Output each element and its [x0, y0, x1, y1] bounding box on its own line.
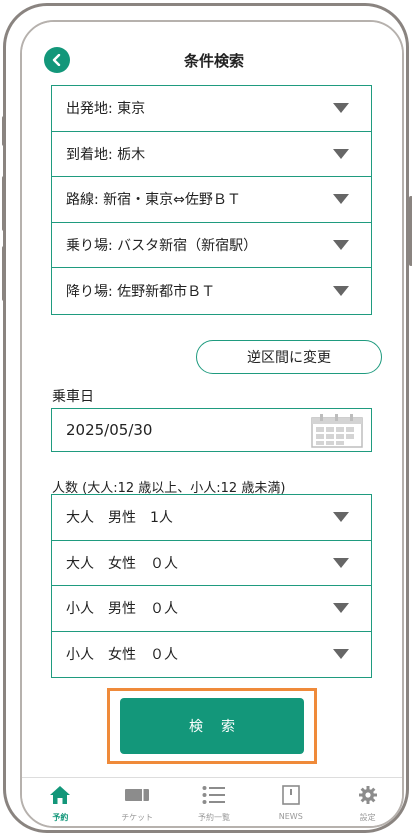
side-button — [2, 176, 6, 231]
child-male-label: 小人 男性 ０人 — [66, 601, 178, 618]
header: 条件検索 — [22, 22, 402, 92]
tab-settings[interactable]: 設定 — [329, 778, 402, 826]
tab-label: 予約一覧 — [197, 813, 230, 822]
caret-down-icon — [333, 239, 349, 250]
alighting-select-label: 降り場: 佐野新都市ＢＴ — [66, 283, 216, 300]
arrival-select[interactable]: 到着地: 栃木 — [52, 132, 371, 177]
list-icon — [202, 786, 225, 804]
passenger-select-group: 大人 男性 1人 大人 女性 ０人 小人 男性 ０人 小人 女性 ０人 — [51, 494, 372, 678]
phone-frame: 条件検索 出発地: 東京 到着地: 栃木 路線: 新宿・東京⇔佐野ＢＴ 乗り場:… — [2, 3, 412, 833]
search-button-highlight: 検索 — [107, 688, 317, 764]
caret-down-icon — [333, 649, 349, 660]
child-female-label: 小人 女性 ０人 — [66, 647, 178, 664]
caret-down-icon — [333, 557, 349, 568]
side-button — [2, 246, 6, 301]
boarding-select-label: 乗り場: バスタ新宿（新宿駅） — [66, 237, 258, 254]
caret-down-icon — [333, 194, 349, 205]
caret-down-icon — [333, 103, 349, 114]
adult-male-label: 大人 男性 1人 — [66, 510, 173, 527]
caret-down-icon — [333, 512, 349, 523]
tab-news[interactable]: NEWS — [252, 778, 329, 826]
reverse-route-button[interactable]: 逆区間に変更 — [196, 340, 382, 374]
child-female-select[interactable]: 小人 女性 ０人 — [52, 632, 371, 678]
alighting-select[interactable]: 降り場: 佐野新都市ＢＴ — [52, 268, 371, 314]
tab-reservation-list[interactable]: 予約一覧 — [176, 778, 253, 826]
departure-select-label: 出発地: 東京 — [66, 101, 146, 118]
route-select[interactable]: 路線: 新宿・東京⇔佐野ＢＴ — [52, 177, 371, 223]
news-icon — [281, 785, 300, 805]
date-label: 乗車日 — [52, 389, 94, 405]
arrival-select-label: 到着地: 栃木 — [66, 146, 146, 163]
tab-label: NEWS — [278, 812, 303, 821]
adult-female-select[interactable]: 大人 女性 ０人 — [52, 541, 371, 586]
home-icon — [50, 786, 71, 804]
tab-label: 設定 — [359, 813, 376, 822]
child-male-select[interactable]: 小人 男性 ０人 — [52, 586, 371, 632]
tab-ticket[interactable]: チケット — [99, 778, 176, 826]
calendar-icon[interactable] — [311, 414, 363, 448]
caret-down-icon — [333, 148, 349, 159]
tab-reservation[interactable]: 予約 — [22, 778, 99, 826]
departure-select[interactable]: 出発地: 東京 — [52, 86, 371, 132]
side-button — [2, 116, 6, 146]
caret-down-icon — [333, 285, 349, 296]
date-value: 2025/05/30 — [66, 421, 153, 439]
search-button[interactable]: 検索 — [120, 698, 304, 754]
route-select-group: 出発地: 東京 到着地: 栃木 路線: 新宿・東京⇔佐野ＢＴ 乗り場: バスタ新… — [51, 85, 372, 315]
screen: 条件検索 出発地: 東京 到着地: 栃木 路線: 新宿・東京⇔佐野ＢＴ 乗り場:… — [20, 20, 404, 828]
date-field[interactable]: 2025/05/30 — [51, 408, 372, 452]
tab-label: 予約 — [52, 813, 69, 822]
ticket-icon — [125, 789, 150, 801]
boarding-select[interactable]: 乗り場: バスタ新宿（新宿駅） — [52, 223, 371, 268]
tab-label: チケット — [121, 813, 154, 822]
gear-icon — [358, 786, 377, 804]
adult-male-select[interactable]: 大人 男性 1人 — [52, 495, 371, 541]
caret-down-icon — [333, 603, 349, 614]
route-select-label: 路線: 新宿・東京⇔佐野ＢＴ — [66, 192, 241, 209]
tab-bar: 予約 チケット 予約一覧 NEWS 設定 — [22, 777, 402, 826]
page-title: 条件検索 — [183, 52, 244, 70]
adult-female-label: 大人 女性 ０人 — [66, 555, 178, 572]
